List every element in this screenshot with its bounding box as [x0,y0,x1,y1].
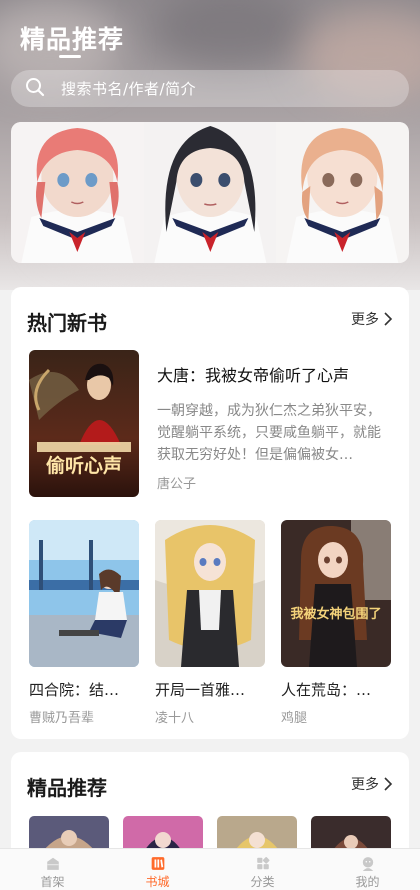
title-underline [59,55,81,58]
category-icon [256,857,269,870]
page-title: 精品推荐 [20,25,125,54]
search-icon [25,77,45,101]
book-title: 四合院：结… [29,681,120,699]
bookshelf-icon [46,857,59,870]
featured-book-author: 唐公子 [157,477,197,492]
book-item[interactable]: 我被女神包围了 人在荒岛：… 鸡腿 [281,520,391,726]
tab-profile[interactable]: 我的 [315,849,420,890]
book-author: 鸡腿 [281,711,308,726]
book-item[interactable]: 四合院：结… 曹贼乃吾辈 [29,520,139,726]
tab-bookstore[interactable]: 书城 [105,849,210,890]
book-author: 凌十八 [155,711,195,726]
hot-more-link[interactable]: 更多 [351,309,393,329]
book-title: 人在荒岛：… [281,681,372,699]
tab-label: 首架 [40,875,65,889]
tab-category[interactable]: 分类 [210,849,315,890]
featured-book-description: 一朝穿越，成为狄仁杰之弟狄平安，觉醒躺平系统，只要咸鱼躺平，就能获取无穷好处！但… [157,403,381,463]
section-title-recommended: 精品推荐 [27,776,107,800]
tab-bookshelf[interactable]: 首架 [0,849,105,890]
chevron-right-icon [384,777,393,791]
section-title-hot: 热门新书 [27,311,107,335]
tab-label: 书城 [145,875,170,889]
banner-character-2 [144,122,277,263]
banner-character-3 [276,122,409,263]
book-author: 曹贼乃吾辈 [29,711,95,726]
search-bar[interactable]: 搜索书名/作者/简介 [11,70,409,107]
recommended-more-link[interactable]: 更多 [351,774,393,794]
profile-icon [362,857,373,871]
tab-label: 我的 [355,875,380,889]
tab-label: 分类 [250,875,275,889]
promo-banner[interactable] [11,122,409,263]
featured-book-cover[interactable]: 偷听心声 [29,350,139,497]
bookstore-icon [151,857,164,870]
book-title: 开局一首雅… [155,681,246,699]
more-label: 更多 [351,312,379,328]
more-label: 更多 [351,777,379,793]
book-cover [29,520,139,667]
book-item[interactable]: 开局一首雅… 凌十八 [155,520,265,726]
book-cover: 我被女神包围了 [281,520,391,667]
bottom-tab-bar: 首架 书城 分类 我的 [0,848,420,890]
book-cover [155,520,265,667]
hot-books-section: 热门新书 更多 偷听心声 大唐：我被女帝偷听了心声 一朝穿越，成为狄仁杰之弟狄平… [11,287,409,739]
featured-cover-text: 偷听心声 [46,454,122,477]
banner-character-1 [11,122,144,263]
book-cover-text: 我被女神包围了 [290,606,381,622]
featured-book-title[interactable]: 大唐：我被女帝偷听了心声 [157,362,349,386]
chevron-right-icon [384,312,393,326]
search-placeholder: 搜索书名/作者/简介 [61,80,197,98]
